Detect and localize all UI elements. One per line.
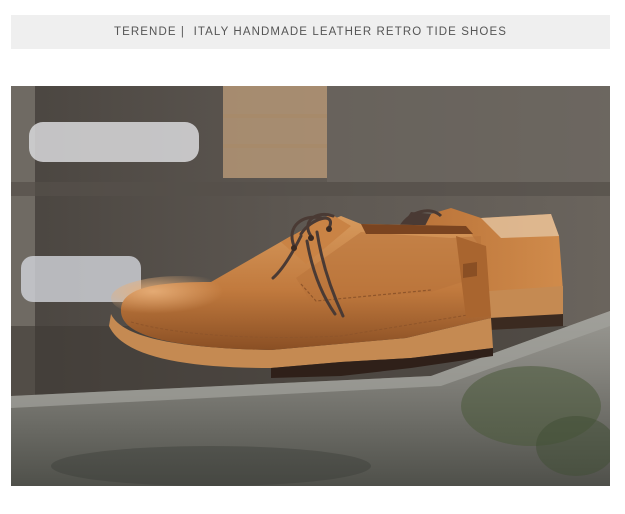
shoe-illustration (11, 86, 610, 486)
banner-title: TERENDE | ITALY HANDMADE LEATHER RETRO T… (113, 26, 508, 38)
product-photo (11, 86, 610, 486)
title-banner: TERENDE | ITALY HANDMADE LEATHER RETRO T… (11, 15, 610, 49)
